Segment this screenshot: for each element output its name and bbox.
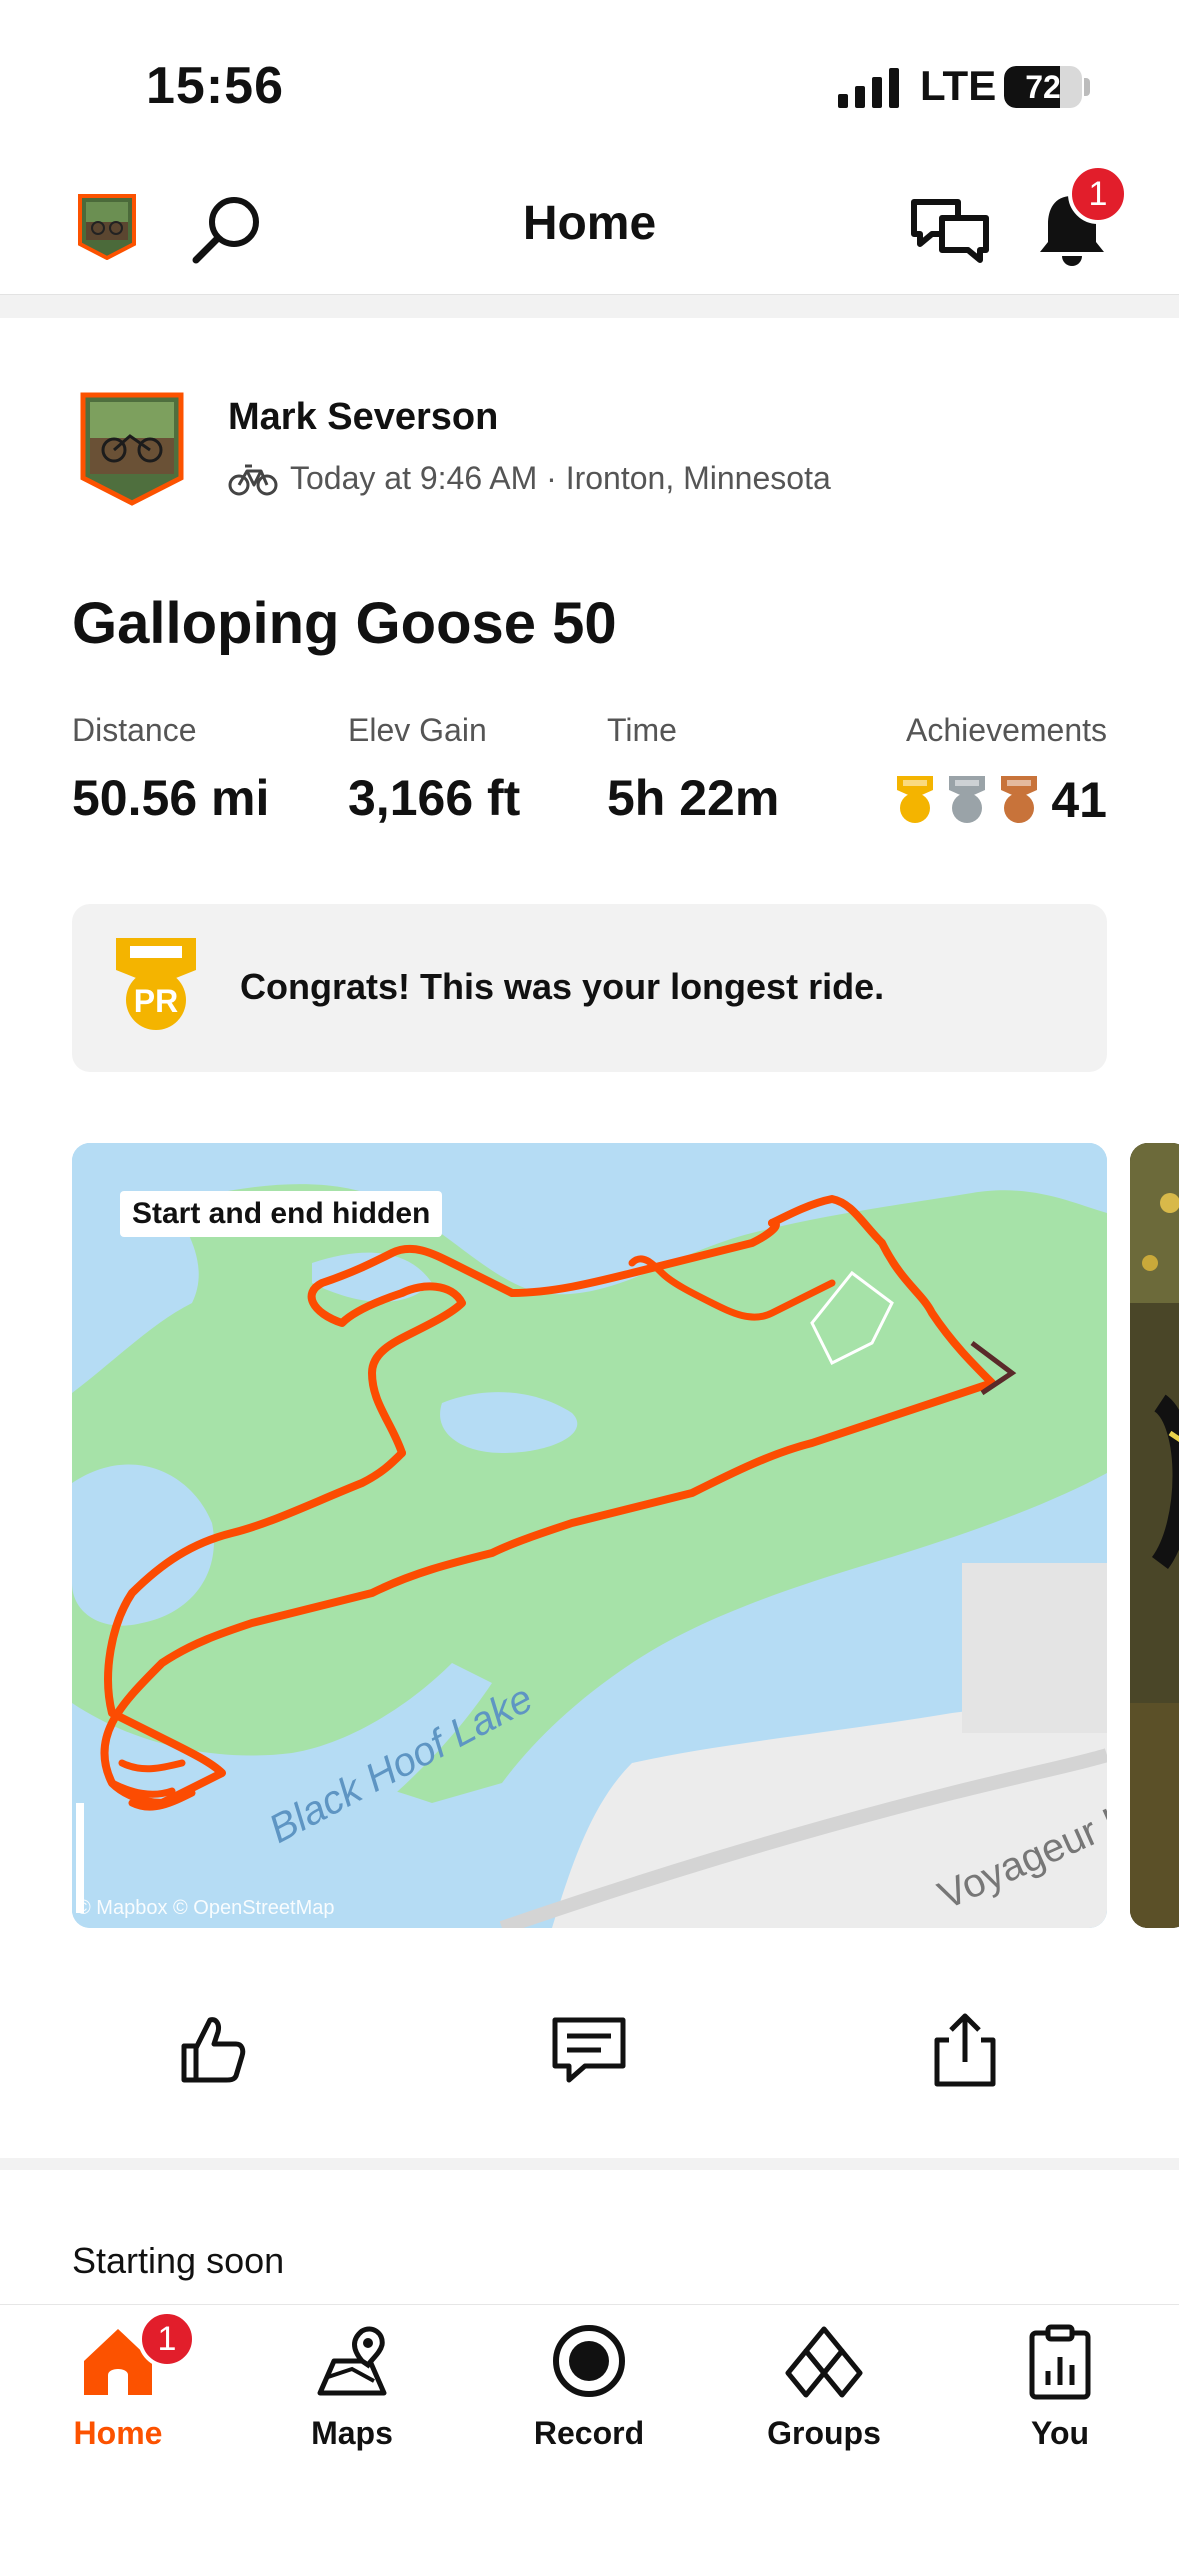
- gold-medal-icon: [897, 776, 934, 823]
- stat-value: 3,166 ft: [348, 770, 521, 826]
- stat-value: 5h 22m: [607, 770, 780, 826]
- tab-groups[interactable]: Groups: [724, 2321, 924, 2452]
- tab-label: You: [1030, 2415, 1090, 2451]
- tab-label: Maps: [311, 2415, 393, 2451]
- activity-title[interactable]: Galloping Goose 50: [72, 590, 617, 657]
- stat-distance: Distance 50.56 mi: [72, 712, 269, 827]
- stat-achievements[interactable]: Achievements 41: [885, 712, 1107, 829]
- status-bar: 15:56 LTE 72: [0, 0, 1179, 170]
- activity-actions: [0, 2000, 1179, 2100]
- activity-meta: Today at 9:46 AM · Ironton, Minnesota: [228, 460, 831, 497]
- activity-photo-thumbnail[interactable]: [1130, 1143, 1179, 1928]
- stat-elevation: Elev Gain 3,166 ft: [348, 712, 520, 827]
- signal-icon: [838, 68, 899, 108]
- page-title: Home: [522, 197, 657, 250]
- pr-medal-icon: PR: [116, 938, 196, 1030]
- map-privacy-label: Start and end hidden: [120, 1191, 443, 1237]
- activity-meta-text: Today at 9:46 AM · Ironton, Minnesota: [290, 460, 831, 496]
- stat-value: 50.56 mi: [72, 770, 270, 826]
- tab-label: Record: [533, 2415, 645, 2451]
- photo-graphic: [1130, 1143, 1179, 1928]
- share-icon[interactable]: [925, 2010, 1005, 2090]
- stat-label: Achievements: [906, 712, 1107, 748]
- status-time: 15:56: [146, 57, 284, 115]
- network-type: LTE: [920, 62, 997, 109]
- battery-icon: 72: [1004, 66, 1082, 108]
- section-divider: [0, 2158, 1179, 2170]
- tab-you[interactable]: You: [960, 2321, 1160, 2452]
- battery-nub: [1084, 78, 1090, 96]
- stat-label: Distance: [72, 712, 197, 748]
- map-graphic: [72, 1143, 1107, 1928]
- maps-icon: [317, 2326, 387, 2396]
- stat-time: Time 5h 22m: [607, 712, 779, 827]
- stat-label: Elev Gain: [348, 712, 487, 748]
- messages-icon[interactable]: [908, 188, 992, 272]
- you-icon: [1029, 2324, 1091, 2400]
- tab-label: Groups: [767, 2415, 881, 2451]
- activity-map[interactable]: Start and end hidden Black Hoof Lake Voy…: [72, 1143, 1107, 1928]
- tab-record[interactable]: Record: [489, 2321, 689, 2452]
- achievement-count: 41: [1051, 772, 1107, 828]
- home-tab-badge: 1: [138, 2310, 196, 2368]
- notification-badge: 1: [1068, 164, 1128, 224]
- record-icon: [553, 2325, 625, 2397]
- tab-maps[interactable]: Maps: [252, 2321, 452, 2452]
- athlete-name[interactable]: Mark Severson: [228, 396, 498, 439]
- stat-label: Time: [607, 712, 677, 748]
- pr-banner[interactable]: PR Congrats! This was your longest ride.: [72, 904, 1107, 1072]
- bronze-medal-icon: [1001, 776, 1038, 823]
- header-divider: [0, 294, 1179, 318]
- achievement-medals: 41: [885, 771, 1107, 829]
- starting-soon-heading: Starting soon: [72, 2240, 285, 2281]
- bike-icon: [228, 464, 278, 495]
- top-header: Home: [0, 170, 1179, 298]
- pr-badge-text: PR: [134, 983, 178, 1019]
- groups-icon: [785, 2326, 863, 2398]
- kudos-icon[interactable]: [172, 2010, 252, 2090]
- comment-icon[interactable]: [549, 2010, 629, 2090]
- athlete-avatar[interactable]: [80, 392, 184, 506]
- tab-label: Home: [73, 2415, 163, 2451]
- silver-medal-icon: [949, 776, 986, 823]
- battery-level: 72: [1025, 69, 1061, 105]
- pr-message: Congrats! This was your longest ride.: [240, 966, 885, 1007]
- map-attribution: © Mapbox © OpenStreetMap: [76, 1897, 335, 1919]
